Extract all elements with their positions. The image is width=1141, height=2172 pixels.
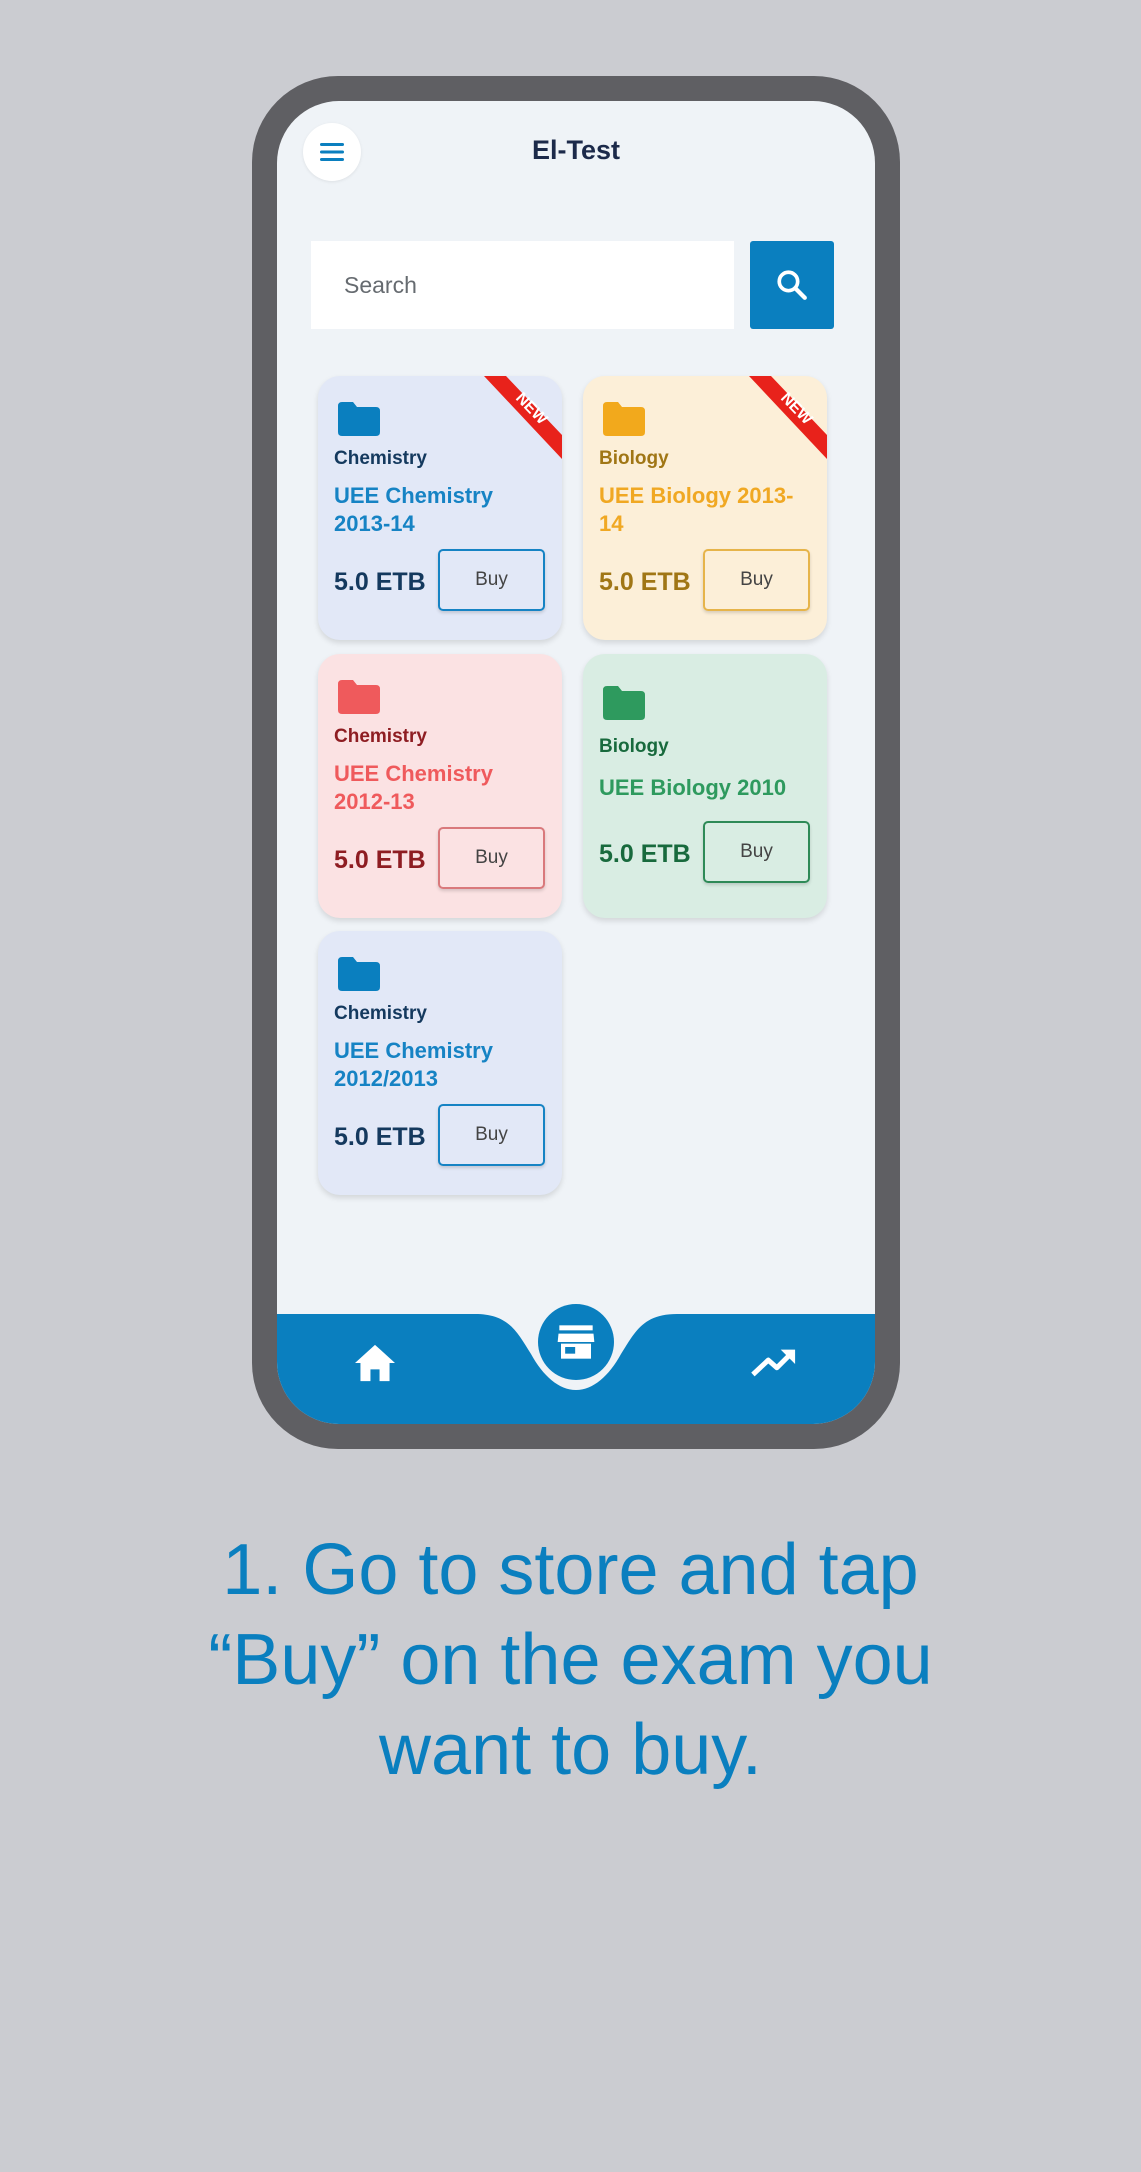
home-icon — [355, 1344, 395, 1382]
exam-card[interactable]: Chemistry UEE Chemistry 2012/2013 5.0 ET… — [318, 931, 562, 1195]
card-category: Biology — [599, 736, 669, 757]
nav-store-button[interactable] — [538, 1304, 614, 1380]
caption-line: want to buy. — [379, 1710, 762, 1790]
card-title: UEE Chemistry 2013-14 — [334, 483, 493, 536]
phone-screen: El-Test Chemistry UEE Chemistry 2013-14 … — [277, 101, 875, 1424]
card-title: UEE Chemistry 2012-13 — [334, 761, 493, 814]
trending-up-icon — [751, 1349, 796, 1377]
new-badge: NEW — [484, 376, 562, 459]
exam-card[interactable]: Chemistry UEE Chemistry 2012-13 5.0 ETB … — [318, 654, 562, 918]
card-category: Chemistry — [334, 448, 427, 469]
nav-stats-button[interactable] — [751, 1347, 797, 1384]
card-category: Biology — [599, 448, 669, 469]
card-title: UEE Biology 2010 — [599, 775, 787, 800]
folder-icon — [603, 686, 645, 720]
card-title: UEE Biology 2013-14 — [599, 483, 794, 536]
search-button[interactable] — [750, 241, 834, 329]
caption-line: 1. Go to store and tap — [222, 1530, 919, 1610]
folder-icon — [338, 680, 380, 714]
search-input[interactable] — [311, 241, 734, 329]
card-category: Chemistry — [334, 1003, 427, 1024]
nav-home-button[interactable] — [353, 1343, 397, 1388]
store-icon — [557, 1325, 595, 1359]
exam-card[interactable]: Chemistry UEE Chemistry 2013-14 5.0 ETB … — [318, 376, 562, 640]
buy-button[interactable]: Buy — [438, 549, 545, 611]
card-title: UEE Chemistry 2012/2013 — [334, 1038, 493, 1091]
folder-icon — [338, 402, 380, 436]
card-price: 5.0 ETB — [334, 846, 426, 874]
new-badge: NEW — [749, 376, 827, 459]
search-icon — [777, 270, 807, 300]
folder-icon — [603, 402, 645, 436]
caption-line: “Buy” on the exam you — [208, 1620, 933, 1700]
app-title: El-Test — [531, 135, 620, 165]
folder-icon — [338, 957, 380, 991]
instruction-caption: 1. Go to store and tap “Buy” on the exam… — [0, 1525, 1141, 1795]
buy-button[interactable]: Buy — [438, 827, 545, 889]
buy-button[interactable]: Buy — [703, 821, 810, 883]
card-price: 5.0 ETB — [599, 568, 691, 596]
buy-button[interactable]: Buy — [703, 549, 810, 611]
card-price: 5.0 ETB — [334, 568, 426, 596]
exam-card[interactable]: Biology UEE Biology 2013-14 5.0 ETB Buy … — [583, 376, 827, 640]
buy-button[interactable]: Buy — [438, 1104, 545, 1166]
card-category: Chemistry — [334, 726, 427, 747]
card-price: 5.0 ETB — [334, 1123, 426, 1151]
exam-card[interactable]: Biology UEE Biology 2010 5.0 ETB Buy — [583, 654, 827, 918]
card-price: 5.0 ETB — [599, 840, 691, 868]
